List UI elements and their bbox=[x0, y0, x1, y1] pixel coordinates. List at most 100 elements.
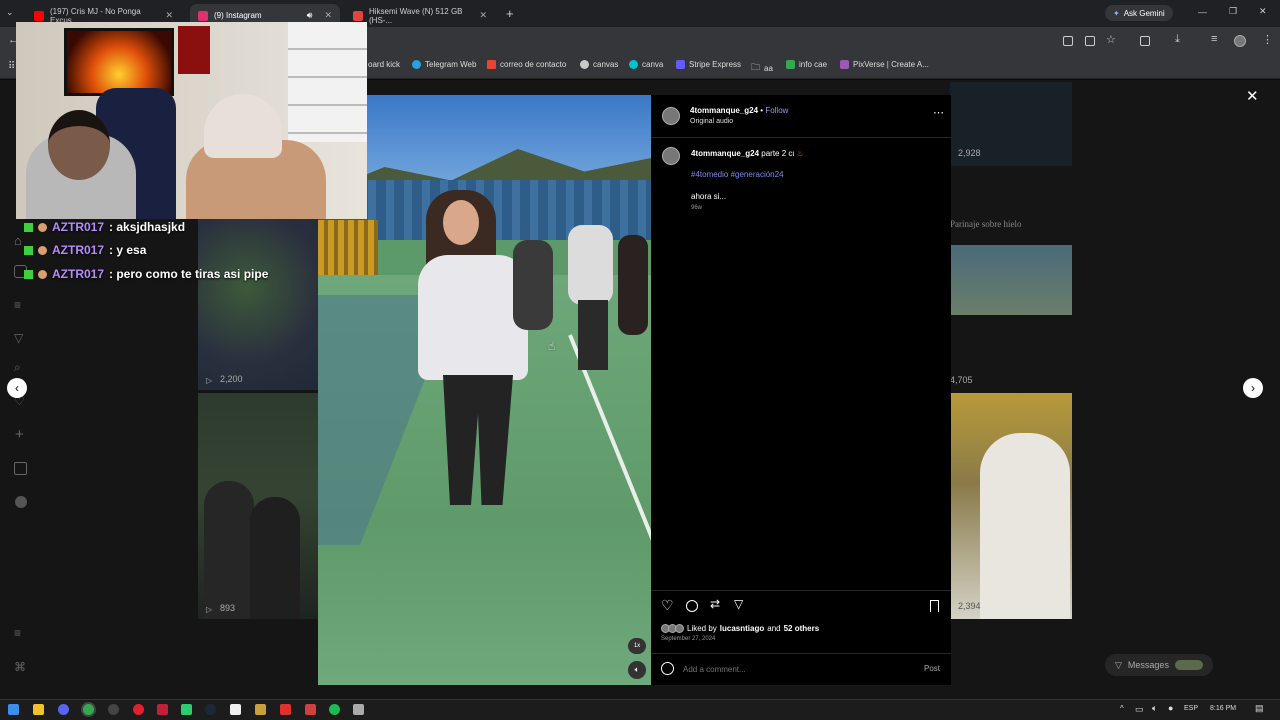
grid-tile-crowd[interactable] bbox=[950, 245, 1072, 315]
bookmark-stripe[interactable]: Stripe Express bbox=[676, 60, 741, 69]
bookmark-telegram[interactable]: Telegram Web bbox=[412, 60, 476, 69]
chat-text: : aksjdhasjkd bbox=[109, 220, 186, 234]
share-icon[interactable]: ▽ bbox=[734, 597, 743, 611]
close-icon[interactable]: ✕ bbox=[479, 10, 487, 21]
comment-icon[interactable] bbox=[686, 600, 698, 612]
follow-button[interactable]: Follow bbox=[765, 106, 788, 115]
liker-avatars[interactable] bbox=[661, 624, 684, 633]
translate-icon[interactable] bbox=[1063, 36, 1073, 46]
notification-icon[interactable]: ▤ bbox=[1255, 703, 1264, 714]
reel-video[interactable]: 1x 🔈︎ bbox=[318, 95, 651, 685]
messages-nav-icon[interactable]: ▽ bbox=[14, 331, 23, 345]
speed-badge[interactable]: 1x bbox=[628, 638, 646, 654]
next-post-button[interactable]: › bbox=[1243, 378, 1263, 398]
post-button[interactable]: Post bbox=[924, 664, 940, 673]
chrome-icon[interactable] bbox=[83, 704, 94, 715]
tray-chevron-icon[interactable]: ^ bbox=[1120, 704, 1124, 713]
minimize-button[interactable]: — bbox=[1198, 7, 1207, 17]
capcut-icon[interactable] bbox=[230, 704, 241, 715]
profile-nav-icon[interactable] bbox=[15, 496, 27, 508]
bookmark-folder-aa[interactable]: 🗀 aa bbox=[751, 60, 773, 76]
tab-search-button[interactable]: ⌄ bbox=[6, 7, 14, 18]
grid-tile-girl[interactable]: 2,394 bbox=[950, 393, 1072, 619]
more-menu-icon[interactable]: ⋮ bbox=[1262, 33, 1273, 46]
windows-start-icon[interactable] bbox=[8, 704, 19, 715]
download-icon[interactable]: ⤓ bbox=[1175, 33, 1180, 46]
cast-icon[interactable] bbox=[1085, 36, 1095, 46]
folder-icon: 🗀 bbox=[751, 62, 761, 72]
author-username[interactable]: 4tommanque_g24 bbox=[690, 106, 758, 115]
like-icon[interactable]: ♡ bbox=[661, 597, 674, 614]
clock[interactable]: 8:16 PM bbox=[1210, 705, 1236, 712]
grid-tile-boys[interactable]: 893 ▷ bbox=[198, 393, 318, 619]
file-explorer-icon[interactable] bbox=[33, 704, 44, 715]
new-tab-button[interactable]: + bbox=[506, 6, 514, 21]
caption-hashtags[interactable]: #4tomedio #generación24 bbox=[691, 170, 784, 179]
mic-icon[interactable]: ● bbox=[1168, 703, 1173, 713]
liked-others[interactable]: 52 others bbox=[784, 624, 820, 633]
apps-grid-icon[interactable]: ⌘ bbox=[14, 660, 26, 674]
mute-button[interactable]: 🔈︎ bbox=[628, 661, 646, 679]
liked-and: and bbox=[767, 624, 781, 633]
close-icon[interactable]: ✕ bbox=[324, 10, 332, 21]
liked-by-user[interactable]: lucasntiago bbox=[720, 624, 764, 633]
dot-separator: • bbox=[760, 106, 764, 115]
bookmark-pixverse[interactable]: PixVerse | Create A... bbox=[840, 60, 929, 69]
grid-tile-right-top[interactable]: 2,928 bbox=[950, 82, 1072, 166]
save-icon[interactable] bbox=[930, 600, 939, 612]
shelf bbox=[288, 22, 367, 142]
language-indicator[interactable]: ESP bbox=[1184, 705, 1198, 712]
notifications-icon[interactable]: ≡ bbox=[14, 298, 21, 312]
post-date: September 27, 2024 bbox=[661, 636, 716, 642]
steam-icon[interactable] bbox=[205, 704, 216, 715]
tab-strip-icon[interactable]: ≡ bbox=[1211, 33, 1217, 45]
spotify-icon[interactable] bbox=[329, 704, 340, 715]
close-overlay-icon[interactable]: ✕ bbox=[1246, 87, 1259, 105]
dashboard-icon[interactable] bbox=[14, 462, 27, 475]
extensions-icon[interactable] bbox=[1140, 36, 1150, 46]
app-icon[interactable] bbox=[255, 704, 266, 715]
caption-username[interactable]: 4tommanque_g24 bbox=[691, 149, 759, 158]
discord-icon[interactable] bbox=[58, 704, 69, 715]
window-close-button[interactable]: ✕ bbox=[1259, 6, 1267, 17]
audio-label[interactable]: Original audio bbox=[690, 118, 788, 125]
emoji-icon[interactable] bbox=[661, 662, 674, 675]
repost-icon[interactable]: ⇄ bbox=[710, 597, 720, 611]
bookmark-star-icon[interactable]: ☆ bbox=[1106, 33, 1116, 46]
person-left-head bbox=[48, 110, 110, 180]
create-icon[interactable]: + bbox=[15, 426, 24, 443]
restore-button[interactable]: ❐ bbox=[1229, 6, 1237, 17]
author-avatar[interactable] bbox=[662, 107, 680, 125]
app-icon[interactable] bbox=[353, 704, 364, 715]
bookmark-info-cae[interactable]: info cae bbox=[786, 60, 827, 69]
network-icon[interactable]: ▭ bbox=[1135, 704, 1144, 715]
app-icon[interactable] bbox=[305, 704, 316, 715]
menu-icon[interactable]: ≡ bbox=[14, 626, 21, 640]
bookmark-kick[interactable]: oard kick bbox=[368, 60, 400, 69]
comment-input[interactable] bbox=[683, 662, 903, 676]
bookmark-canva[interactable]: canva bbox=[629, 60, 663, 69]
search-icon[interactable]: ⌕ bbox=[14, 360, 21, 375]
messages-button[interactable]: ▽ Messages bbox=[1105, 654, 1213, 676]
home-icon[interactable]: ⌂ bbox=[14, 233, 22, 248]
bookmark-canvas[interactable]: canvas bbox=[580, 60, 618, 69]
grid-tile-berries[interactable]: 2,200 ▷ bbox=[198, 219, 318, 390]
previous-post-button[interactable]: ‹ bbox=[7, 378, 27, 398]
tab-title: (9) Instagram bbox=[214, 11, 262, 20]
app-icon[interactable] bbox=[280, 704, 291, 715]
tab-hiksemi[interactable]: Hiksemi Wave (N) 512 GB (HS-... ✕ bbox=[345, 4, 495, 27]
pycharm-icon[interactable] bbox=[181, 704, 192, 715]
ask-gemini-button[interactable]: ✦ Ask Gemini bbox=[1105, 5, 1173, 21]
close-icon[interactable]: ✕ bbox=[165, 10, 173, 21]
bookmark-correo[interactable]: correo de contacto bbox=[487, 60, 566, 69]
speaker-icon[interactable]: 🔊︎ bbox=[307, 10, 313, 21]
more-options-icon[interactable]: ⋯ bbox=[933, 106, 944, 119]
caption-avatar[interactable] bbox=[662, 147, 680, 165]
opera-icon[interactable] bbox=[133, 704, 144, 715]
obs-icon[interactable] bbox=[108, 704, 119, 715]
bookmark-label: canvas bbox=[593, 60, 619, 69]
volume-icon[interactable]: 🔈︎ bbox=[1152, 703, 1157, 714]
profile-avatar[interactable] bbox=[1234, 35, 1246, 47]
apps-icon[interactable]: ⠿ bbox=[8, 61, 15, 72]
app-icon[interactable] bbox=[157, 704, 168, 715]
